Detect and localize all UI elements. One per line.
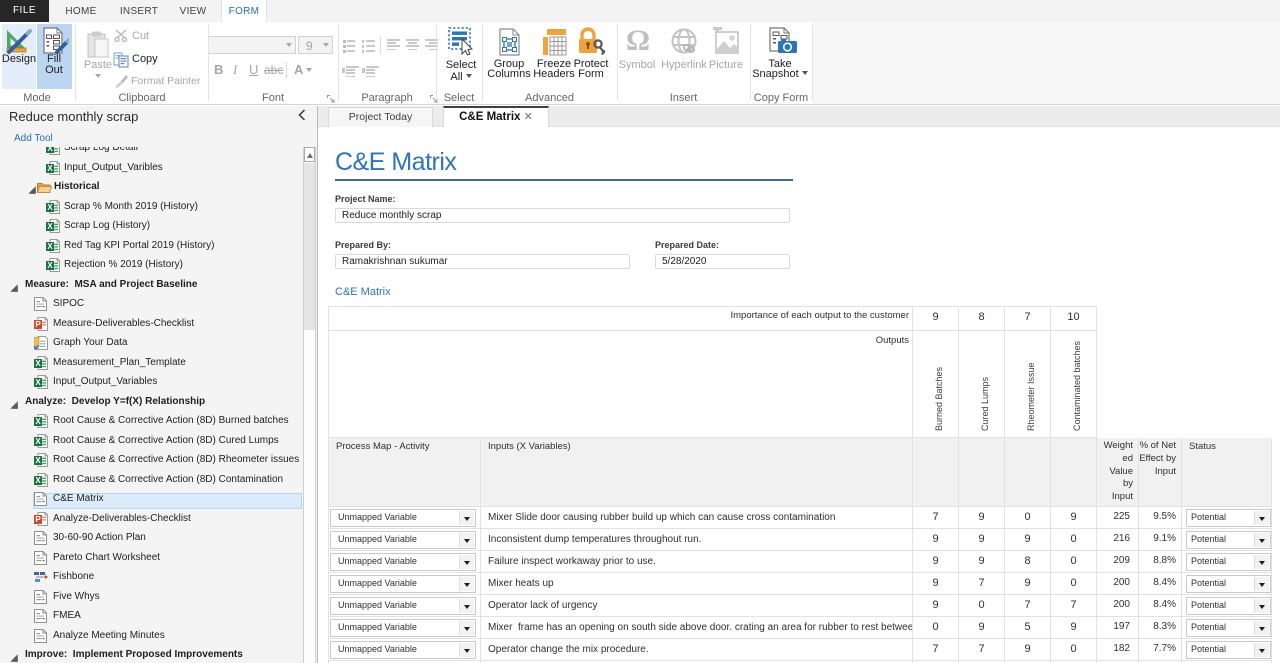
svg-text:X: X (47, 203, 53, 212)
svg-text:X: X (47, 164, 53, 173)
svg-text:X: X (47, 242, 53, 251)
svg-text:X: X (35, 379, 41, 388)
svg-text:X: X (35, 457, 41, 466)
svg-text:P: P (35, 515, 41, 524)
svg-text:X: X (47, 262, 53, 271)
svg-text:X: X (47, 223, 53, 232)
svg-text:X: X (35, 476, 41, 485)
svg-text:X: X (35, 359, 41, 368)
svg-text:X: X (35, 418, 41, 427)
svg-text:X: X (35, 437, 41, 446)
svg-text:P: P (35, 320, 41, 329)
svg-text:X: X (47, 147, 53, 154)
